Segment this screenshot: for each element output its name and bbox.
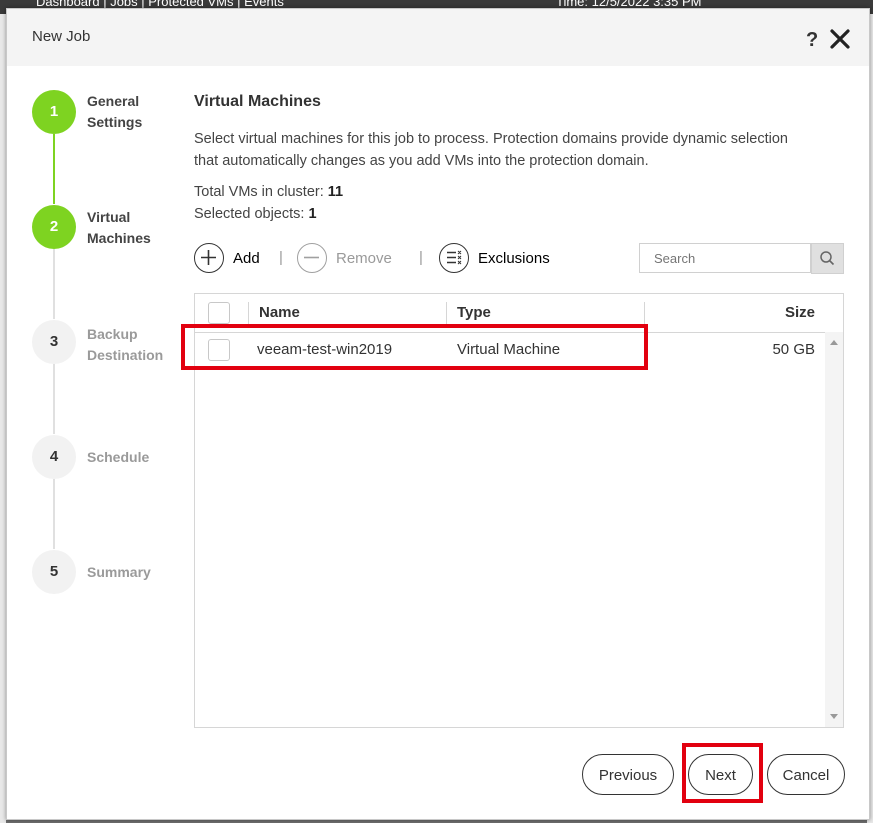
scroll-up-arrow-icon[interactable] — [830, 340, 838, 345]
scroll-down-arrow-icon[interactable] — [830, 714, 838, 719]
search-icon — [820, 251, 835, 266]
column-divider — [644, 302, 645, 324]
page-description: Select virtual machines for this job to … — [194, 131, 788, 169]
search-button[interactable] — [811, 243, 844, 274]
column-divider — [248, 302, 249, 324]
dialog-header: New Job ? — [7, 9, 869, 66]
step-1-circle: 1 — [32, 90, 76, 134]
column-header-type[interactable]: Type — [457, 304, 491, 321]
select-all-checkbox[interactable] — [208, 302, 230, 324]
close-icon[interactable] — [829, 26, 851, 50]
exclusions-button[interactable]: Exclusions — [439, 242, 550, 274]
step-connector — [53, 364, 55, 434]
minus-icon — [297, 243, 327, 273]
remove-button[interactable]: Remove — [297, 242, 392, 274]
step-connector — [53, 479, 55, 549]
column-divider — [446, 302, 447, 324]
vm-size: 50 GB — [772, 341, 815, 358]
column-header-name[interactable]: Name — [259, 304, 300, 321]
cancel-button[interactable]: Cancel — [767, 754, 845, 795]
search-input[interactable] — [639, 243, 811, 273]
step-5-circle: 5 — [32, 550, 76, 594]
step-3-circle: 3 — [32, 320, 76, 364]
plus-icon — [194, 243, 224, 273]
page-title: Virtual Machines — [194, 93, 321, 110]
step-4-label: Schedule — [87, 449, 150, 465]
step-1-label[interactable]: General Settings — [87, 91, 142, 133]
previous-button[interactable]: Previous — [582, 754, 674, 795]
toolbar-separator: | — [279, 249, 283, 266]
exclusions-icon — [439, 243, 469, 273]
highlight-vm-row — [181, 324, 648, 370]
step-2-circle: 2 — [32, 205, 76, 249]
step-connector — [53, 134, 55, 204]
selected-objects-stat: Selected objects: 1 — [194, 206, 317, 222]
help-icon[interactable]: ? — [806, 29, 818, 51]
toolbar-separator: | — [419, 249, 423, 266]
dialog-title: New Job — [32, 28, 91, 45]
step-4-circle: 4 — [32, 435, 76, 479]
step-2-label[interactable]: Virtual Machines — [87, 207, 151, 249]
new-job-dialog: New Job ? 1 General Settings 2 Virtual M… — [6, 8, 870, 820]
step-connector — [53, 249, 55, 319]
table-scrollbar[interactable] — [825, 332, 843, 727]
step-3-label: Backup Destination — [87, 326, 164, 363]
column-header-size[interactable]: Size — [785, 304, 815, 321]
step-5-label: Summary — [87, 564, 151, 580]
add-button[interactable]: Add — [194, 242, 260, 274]
next-button[interactable]: Next — [688, 754, 753, 795]
total-vms-stat: Total VMs in cluster: 11 — [194, 184, 344, 200]
